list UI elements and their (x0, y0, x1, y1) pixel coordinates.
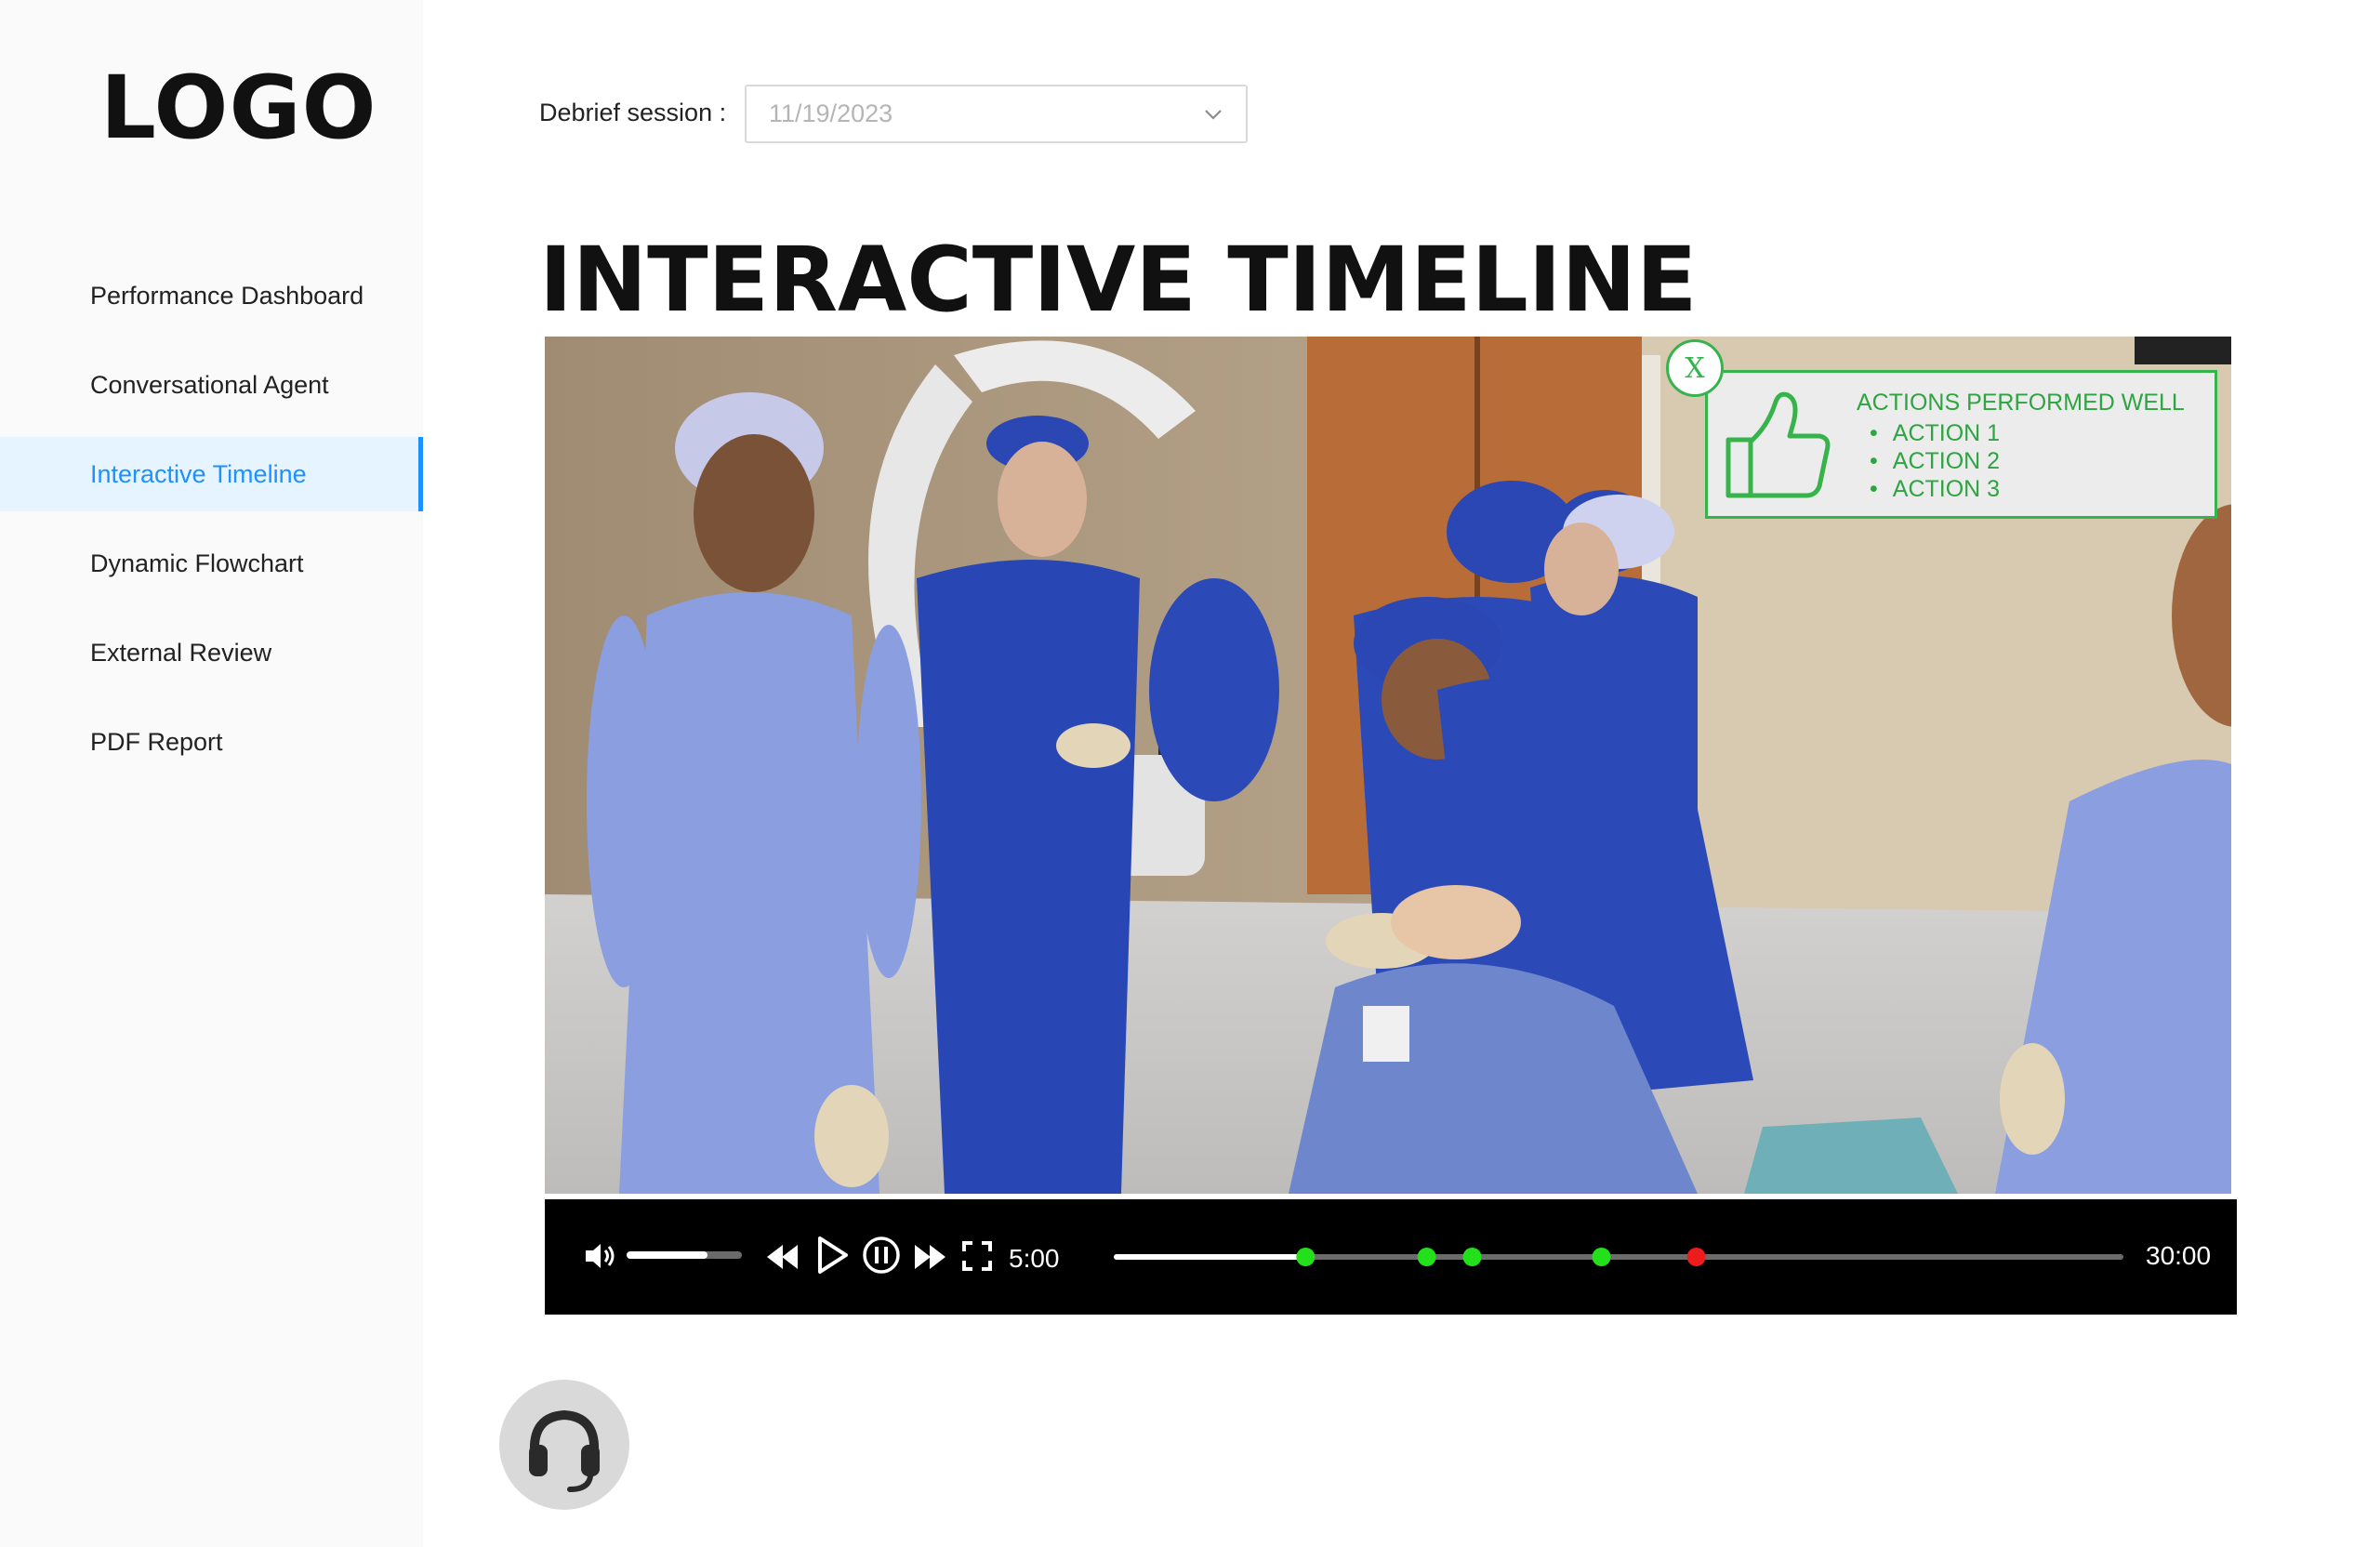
list-item: ACTION 1 (1857, 419, 2000, 447)
timeline-marker-good[interactable] (1592, 1248, 1611, 1266)
actions-feedback-popup: ACTIONS PERFORMED WELL ACTION 1 ACTION 2… (1705, 370, 2217, 519)
logo: LOGO (100, 58, 377, 159)
volume-slider[interactable] (627, 1246, 742, 1264)
volume-icon[interactable] (584, 1240, 617, 1272)
popup-title: ACTIONS PERFORMED WELL (1857, 390, 2185, 416)
thumbs-up-icon (1726, 391, 1831, 498)
list-item: ACTION 2 (1857, 447, 2000, 475)
popup-close-button[interactable]: X (1666, 339, 1724, 397)
rewind-icon[interactable] (764, 1240, 800, 1274)
timeline-scrubber[interactable] (1103, 1236, 2135, 1277)
sidebar-nav: Performance Dashboard Conversational Age… (0, 258, 423, 794)
list-item: ACTION 3 (1857, 475, 2000, 503)
sidebar-item-pdf-report[interactable]: PDF Report (0, 705, 423, 779)
timeline-played (1114, 1254, 1306, 1260)
debrief-session-label: Debrief session : (539, 99, 727, 126)
sidebar-item-conversational-agent[interactable]: Conversational Agent (0, 348, 423, 422)
pause-icon[interactable] (861, 1235, 902, 1276)
play-icon[interactable] (814, 1235, 850, 1276)
support-button[interactable] (499, 1380, 629, 1510)
video-controls (545, 1199, 2237, 1315)
page-title: INTERACTIVE TIMELINE (539, 228, 1698, 332)
debrief-session-value: 11/19/2023 (769, 99, 893, 127)
timeline-marker-good[interactable] (1462, 1248, 1482, 1266)
current-time: 5:00 (1009, 1244, 1060, 1273)
actions-list: ACTION 1 ACTION 2 ACTION 3 (1857, 419, 2000, 503)
timeline-marker-good[interactable] (1296, 1248, 1316, 1266)
chevron-down-icon (1205, 110, 1222, 120)
debrief-session-select[interactable]: 11/19/2023 (745, 85, 1248, 143)
sidebar-item-external-review[interactable]: External Review (0, 615, 423, 690)
fullscreen-icon[interactable] (961, 1240, 993, 1272)
headset-icon (529, 1409, 600, 1492)
sidebar-item-interactive-timeline[interactable]: Interactive Timeline (0, 437, 423, 511)
timeline-marker-bad[interactable] (1686, 1248, 1706, 1266)
timeline-marker-good[interactable] (1417, 1248, 1436, 1266)
total-time: 30:00 (2146, 1241, 2212, 1270)
sidebar: LOGO Performance Dashboard Conversationa… (0, 0, 423, 1547)
sidebar-item-dynamic-flowchart[interactable]: Dynamic Flowchart (0, 526, 423, 601)
fast-forward-icon[interactable] (913, 1240, 948, 1274)
sidebar-item-performance-dashboard[interactable]: Performance Dashboard (0, 258, 423, 333)
